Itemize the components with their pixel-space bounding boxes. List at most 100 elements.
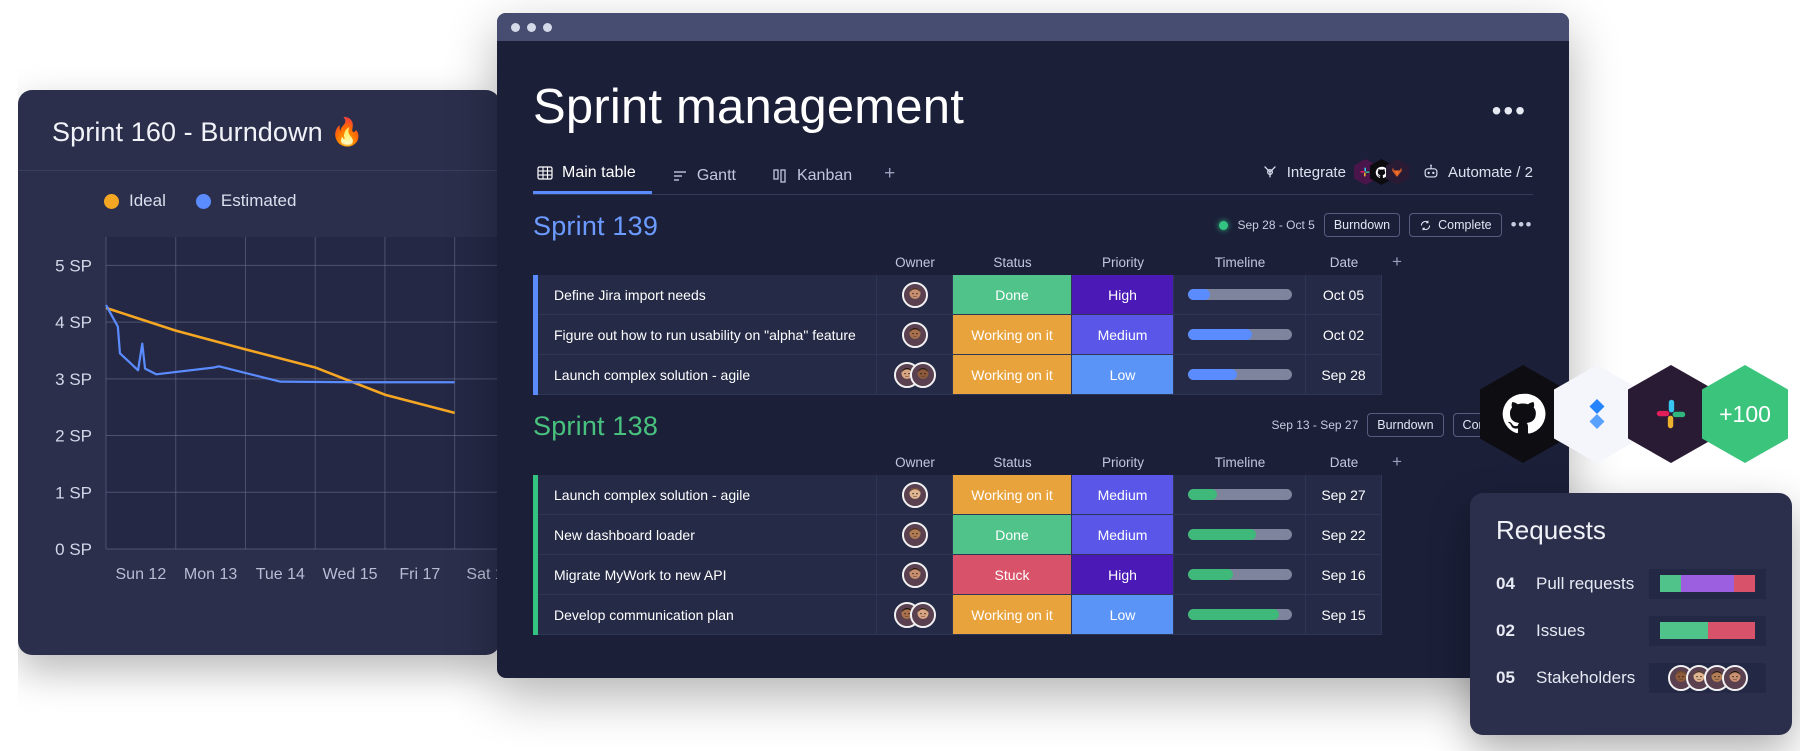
- add-column-button[interactable]: +: [1382, 252, 1412, 272]
- cell-timeline[interactable]: [1174, 555, 1306, 595]
- cell-owner[interactable]: [877, 595, 953, 635]
- cell-owner[interactable]: [877, 515, 953, 555]
- cell-priority[interactable]: High: [1072, 275, 1174, 315]
- cell-date[interactable]: Sep 15: [1306, 595, 1382, 635]
- cell-owner[interactable]: [877, 355, 953, 395]
- more-integrations-hex[interactable]: +100: [1702, 365, 1788, 463]
- group-pill-burndown[interactable]: Burndown: [1367, 413, 1444, 437]
- avatar-group[interactable]: [893, 361, 936, 388]
- tab-gantt[interactable]: Gantt: [668, 167, 752, 194]
- cell-timeline[interactable]: [1174, 275, 1306, 315]
- cell-date[interactable]: Oct 05: [1306, 275, 1382, 315]
- cell-priority[interactable]: High: [1072, 555, 1174, 595]
- add-view-button[interactable]: +: [884, 163, 895, 194]
- column-header-date[interactable]: Date: [1306, 455, 1382, 470]
- column-header-status[interactable]: Status: [953, 255, 1072, 270]
- group-pill-burndown[interactable]: Burndown: [1323, 213, 1401, 237]
- cell-timeline[interactable]: [1174, 355, 1306, 395]
- cell-date[interactable]: Oct 02: [1306, 315, 1382, 355]
- chart-legend: Ideal Estimated: [18, 171, 500, 227]
- table-row[interactable]: Figure out how to run usability on "alph…: [533, 315, 1569, 355]
- cell-status[interactable]: Stuck: [953, 555, 1072, 595]
- cell-owner[interactable]: [877, 475, 953, 515]
- timeline-bar-fill: [1187, 489, 1217, 500]
- cell-date[interactable]: Sep 16: [1306, 555, 1382, 595]
- cell-status[interactable]: Working on it: [953, 355, 1072, 395]
- avatar[interactable]: [1721, 664, 1748, 691]
- cell-status[interactable]: Working on it: [953, 315, 1072, 355]
- cell-owner[interactable]: [877, 555, 953, 595]
- cell-item-name[interactable]: New dashboard loader: [538, 515, 877, 555]
- cell-timeline[interactable]: [1174, 595, 1306, 635]
- window-body: Sprint management ••• Main table Gantt K…: [497, 41, 1569, 635]
- cell-timeline[interactable]: [1174, 315, 1306, 355]
- integrate-button[interactable]: Integrate: [1261, 163, 1346, 181]
- table-row[interactable]: Develop communication plan Working on it L…: [533, 595, 1569, 635]
- cell-priority[interactable]: Low: [1072, 355, 1174, 395]
- automate-button[interactable]: Automate / 2: [1422, 163, 1533, 181]
- request-row[interactable]: 05 Stakeholders: [1496, 654, 1766, 701]
- cell-item-name[interactable]: Launch complex solution - agile: [538, 475, 877, 515]
- stakeholder-avatars[interactable]: [1667, 664, 1748, 691]
- jira-hex-icon[interactable]: [1554, 365, 1640, 463]
- table-row[interactable]: Launch complex solution - agile Working o…: [533, 475, 1569, 515]
- cell-item-name[interactable]: Migrate MyWork to new API: [538, 555, 877, 595]
- cell-date[interactable]: Sep 27: [1306, 475, 1382, 515]
- avatar-group[interactable]: [893, 601, 936, 628]
- cell-date[interactable]: Sep 28: [1306, 355, 1382, 395]
- table-row[interactable]: Launch complex solution - agile Working o…: [533, 355, 1569, 395]
- window-maximize-dot[interactable]: [543, 22, 552, 32]
- request-row[interactable]: 02 Issues: [1496, 607, 1766, 654]
- cell-item-name[interactable]: Figure out how to run usability on "alph…: [538, 315, 877, 355]
- avatar[interactable]: [901, 481, 928, 508]
- column-header-timeline[interactable]: Timeline: [1174, 455, 1306, 470]
- window-minimize-dot[interactable]: [527, 22, 536, 32]
- page-options-kebab[interactable]: •••: [1492, 97, 1527, 125]
- avatar[interactable]: [901, 281, 928, 308]
- cell-status[interactable]: Working on it: [953, 475, 1072, 515]
- tab-main-table[interactable]: Main table: [533, 164, 652, 194]
- column-header-timeline[interactable]: Timeline: [1174, 255, 1306, 270]
- avatar[interactable]: [909, 601, 936, 628]
- avatar[interactable]: [901, 321, 928, 348]
- cell-item-name[interactable]: Launch complex solution - agile: [538, 355, 877, 395]
- cell-date[interactable]: Sep 22: [1306, 515, 1382, 555]
- cell-priority[interactable]: Low: [1072, 595, 1174, 635]
- table-row[interactable]: New dashboard loader Done Medium Sep 22: [533, 515, 1569, 555]
- github-hex-icon[interactable]: [1480, 365, 1566, 463]
- cell-item-name[interactable]: Define Jira import needs: [538, 275, 877, 315]
- cell-priority[interactable]: Medium: [1072, 475, 1174, 515]
- group-title[interactable]: Sprint 139: [533, 211, 658, 242]
- group-options-kebab[interactable]: •••: [1511, 215, 1533, 235]
- cell-priority[interactable]: Medium: [1072, 515, 1174, 555]
- column-header-owner[interactable]: Owner: [877, 455, 953, 470]
- avatar[interactable]: [901, 561, 928, 588]
- cell-status[interactable]: Done: [953, 275, 1072, 315]
- cell-status[interactable]: Done: [953, 515, 1072, 555]
- cell-owner[interactable]: [877, 275, 953, 315]
- group-title[interactable]: Sprint 138: [533, 411, 658, 442]
- column-header-owner[interactable]: Owner: [877, 255, 953, 270]
- slack-hex-icon[interactable]: [1628, 365, 1714, 463]
- window-close-dot[interactable]: [511, 22, 520, 32]
- group-header: Sprint 138Sep 13 - Sep 27BurndownComplet…: [533, 395, 1569, 449]
- cell-status[interactable]: Working on it: [953, 595, 1072, 635]
- column-header-priority[interactable]: Priority: [1072, 455, 1174, 470]
- table-row[interactable]: Define Jira import needs Done High Oct 05: [533, 275, 1569, 315]
- integration-avatars[interactable]: [1353, 159, 1409, 185]
- column-header-date[interactable]: Date: [1306, 255, 1382, 270]
- cell-priority[interactable]: Medium: [1072, 315, 1174, 355]
- table-row[interactable]: Migrate MyWork to new API Stuck High Sep 16: [533, 555, 1569, 595]
- cell-item-name[interactable]: Develop communication plan: [538, 595, 877, 635]
- cell-timeline[interactable]: [1174, 475, 1306, 515]
- avatar[interactable]: [909, 361, 936, 388]
- add-column-button[interactable]: +: [1382, 452, 1412, 472]
- request-row[interactable]: 04 Pull requests: [1496, 560, 1766, 607]
- cell-timeline[interactable]: [1174, 515, 1306, 555]
- cell-owner[interactable]: [877, 315, 953, 355]
- column-header-status[interactable]: Status: [953, 455, 1072, 470]
- column-header-priority[interactable]: Priority: [1072, 255, 1174, 270]
- group-pill-complete[interactable]: Complete: [1409, 213, 1502, 237]
- avatar[interactable]: [901, 521, 928, 548]
- tab-kanban[interactable]: Kanban: [768, 167, 868, 194]
